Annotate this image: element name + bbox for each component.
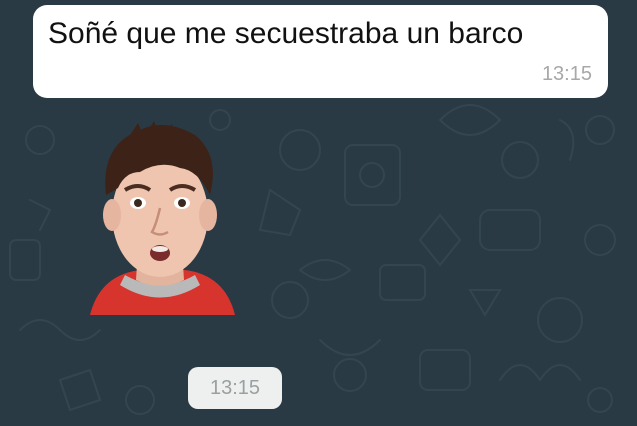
incoming-message-bubble[interactable]: Soñé que me secuestraba un barco 13:15 <box>33 5 608 98</box>
boy-shocked-face-sticker[interactable] <box>70 110 240 315</box>
message-timestamp: 13:15 <box>541 63 592 85</box>
sticker-timestamp: 13:15 <box>209 376 261 399</box>
message-text: Soñé que me secuestraba un barco <box>48 17 524 50</box>
sticker-timestamp-pill: 13:15 <box>188 367 282 409</box>
